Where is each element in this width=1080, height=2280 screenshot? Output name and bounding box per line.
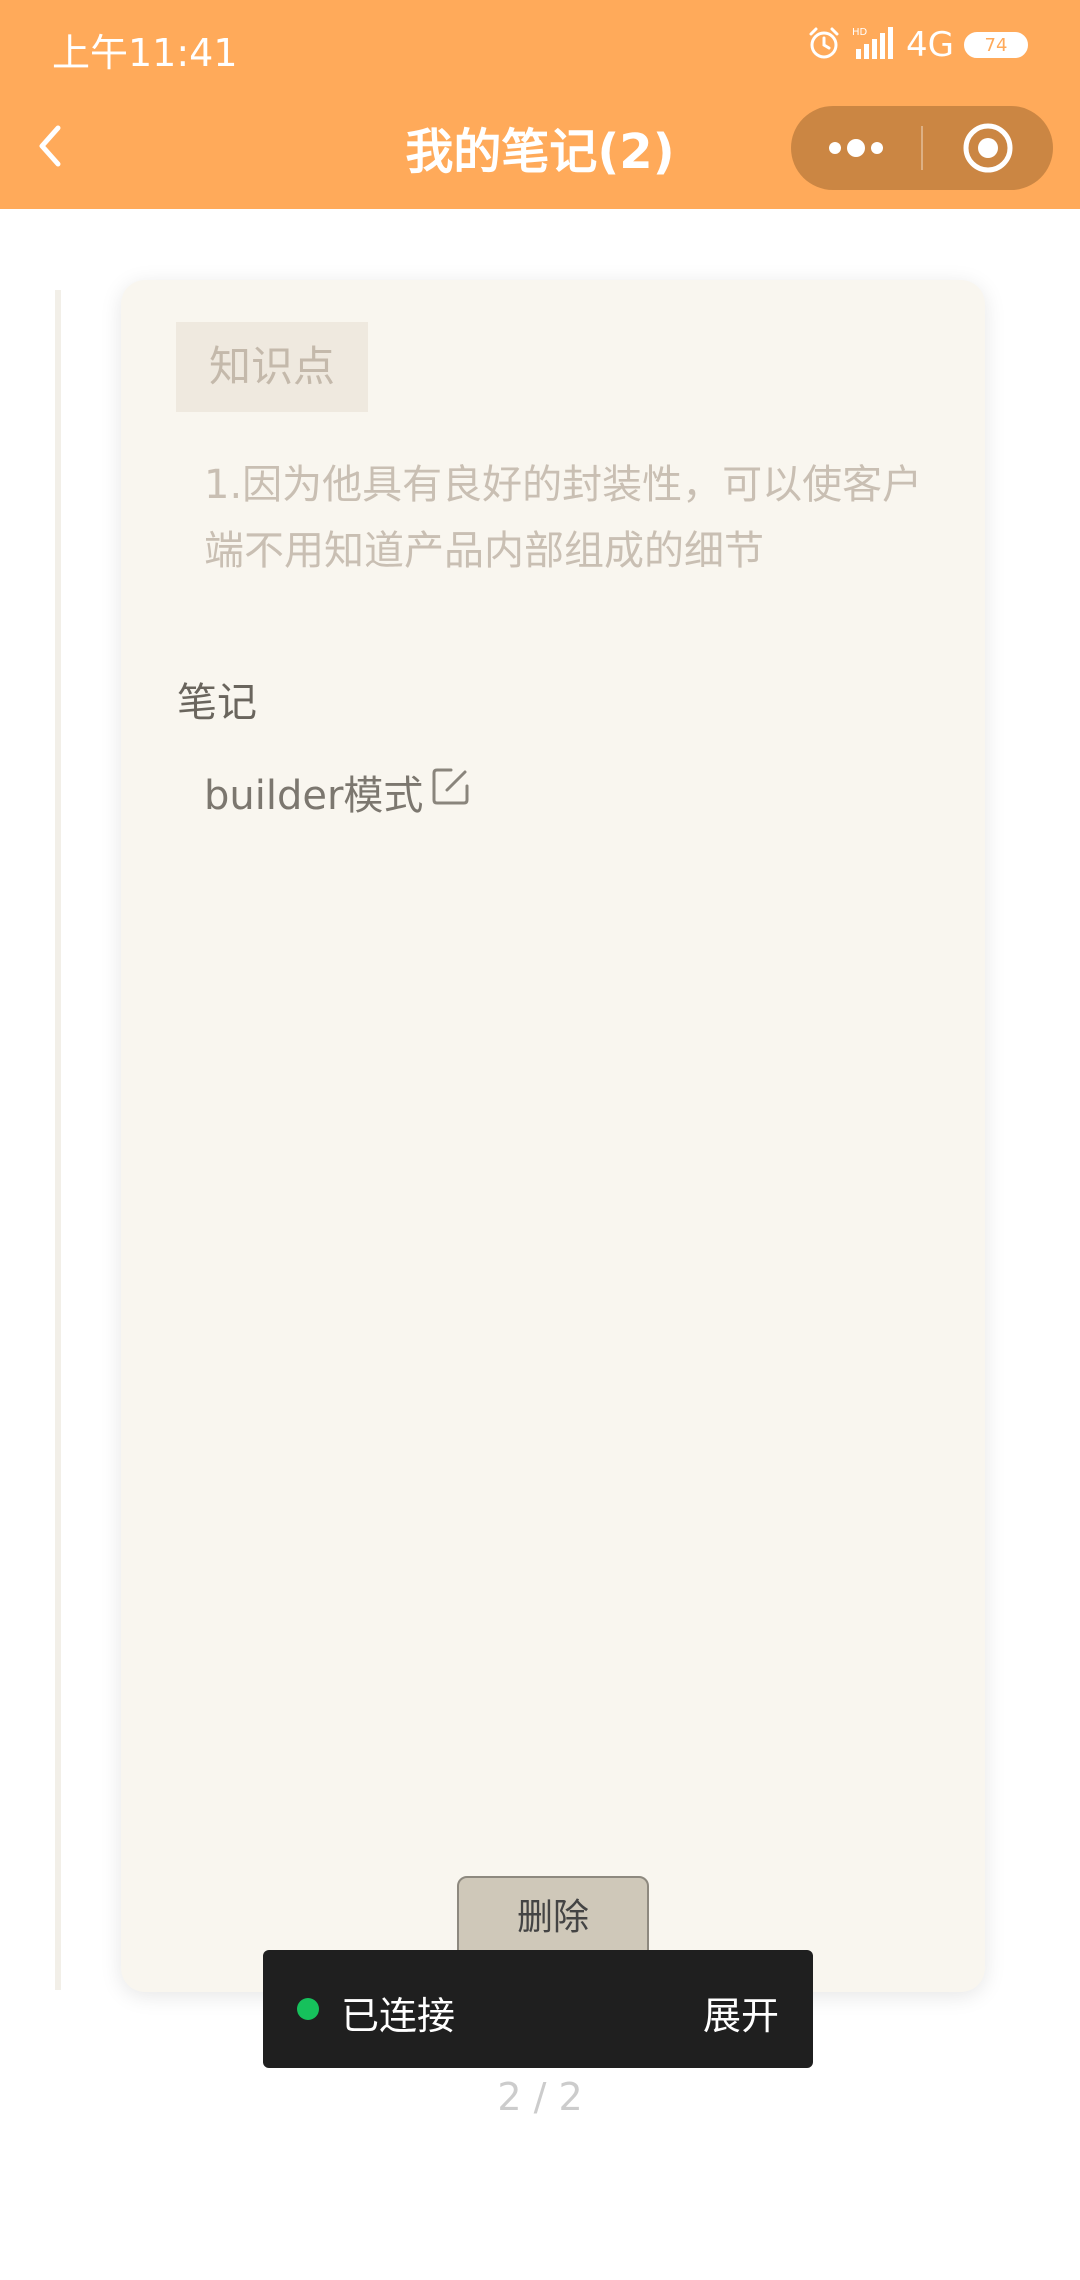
notes-section-label: 笔记 bbox=[177, 680, 257, 726]
alarm-icon bbox=[806, 25, 842, 65]
note-text: builder模式 bbox=[204, 773, 424, 819]
more-dots-icon bbox=[829, 139, 883, 157]
battery-icon: 74 bbox=[964, 32, 1028, 58]
notes-page: 上午11:41 HD 4G 74 我的笔记(2) 知识点 1.因为他具有良好的封… bbox=[0, 0, 1080, 2280]
close-miniprogram-button[interactable] bbox=[923, 106, 1053, 190]
connected-status-dot bbox=[297, 1998, 319, 2020]
status-icons: HD 4G 74 bbox=[806, 24, 1028, 66]
page-indicator: 2 / 2 bbox=[497, 2075, 583, 2119]
edit-icon[interactable] bbox=[431, 766, 471, 806]
expand-button[interactable]: 展开 bbox=[703, 1985, 779, 2040]
knowledge-text: 1.因为他具有良好的封装性，可以使客户端不用知道产品内部组成的细节 bbox=[204, 462, 923, 574]
delete-button[interactable]: 删除 bbox=[457, 1876, 649, 1960]
more-button[interactable] bbox=[791, 106, 921, 190]
knowledge-tag: 知识点 bbox=[176, 322, 368, 412]
network-type: 4G bbox=[906, 25, 954, 65]
connection-toast: 已连接 展开 bbox=[263, 1950, 813, 2068]
svg-text:HD: HD bbox=[852, 27, 868, 38]
note-card: 知识点 1.因为他具有良好的封装性，可以使客户端不用知道产品内部组成的细节 笔记… bbox=[121, 280, 985, 1992]
previous-card-edge bbox=[55, 290, 61, 1990]
header-bar: 上午11:41 HD 4G 74 我的笔记(2) bbox=[0, 0, 1080, 209]
note-item: builder模式 bbox=[204, 768, 471, 822]
signal-icon: HD bbox=[852, 25, 896, 65]
status-time: 上午11:41 bbox=[52, 31, 238, 75]
target-circle-icon bbox=[963, 123, 1013, 173]
connection-status: 已连接 bbox=[341, 1994, 456, 2038]
battery-level: 74 bbox=[984, 34, 1008, 56]
mini-program-capsule bbox=[791, 106, 1053, 190]
